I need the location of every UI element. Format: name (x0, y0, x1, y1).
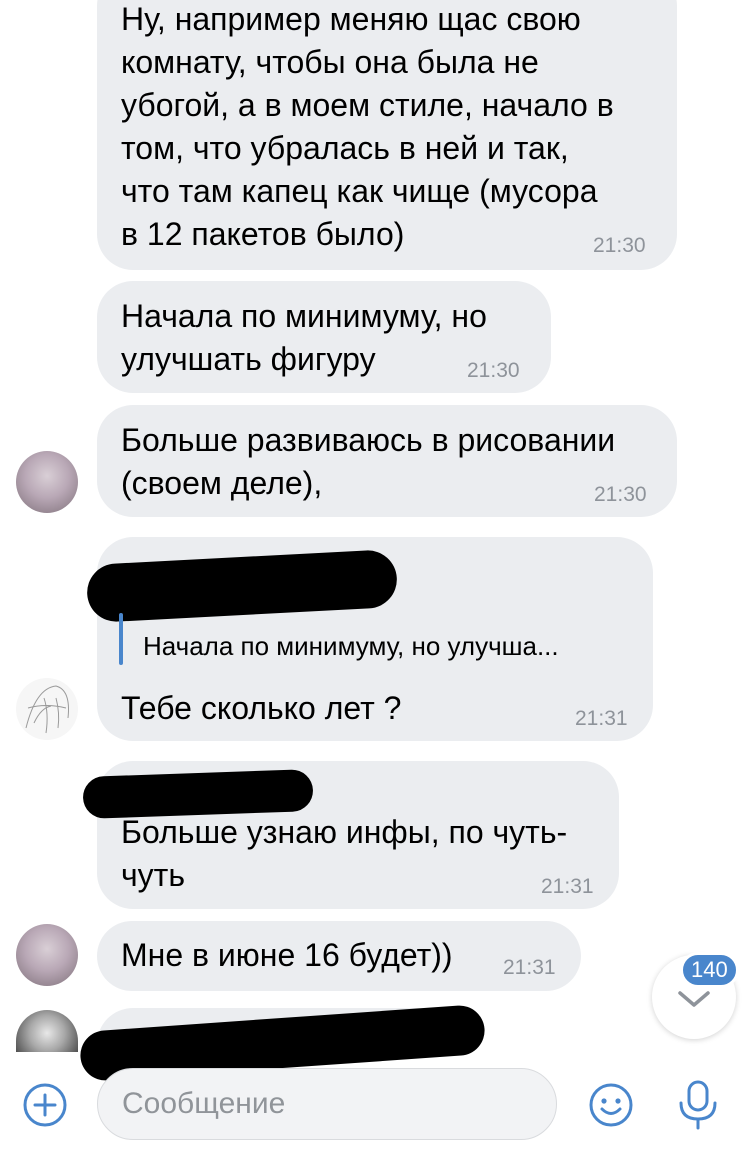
emoji-button[interactable] (588, 1082, 634, 1128)
message-bubble[interactable]: Начала по минимуму, но улучша... Тебе ск… (85, 537, 653, 741)
message-text: Мне в июне 16 будет)) (121, 937, 453, 973)
message-time: 21:30 (593, 234, 646, 257)
redacted-name (85, 548, 399, 624)
message-text: Ну, например меняю щас свою комнату, что… (121, 1, 614, 252)
sender-avatar[interactable] (16, 1010, 78, 1052)
reply-quote[interactable]: Начала по минимуму, но улучша... (143, 631, 559, 662)
message-time: 21:31 (575, 707, 628, 730)
message-bubble[interactable]: Мне в июне 16 будет)) 21:31 (97, 921, 581, 991)
sender-avatar[interactable] (16, 451, 78, 513)
unread-count-badge: 140 (680, 952, 739, 988)
sender-avatar[interactable] (16, 678, 78, 740)
message-bubble[interactable]: Начала по минимуму, но улучшать фигуру 2… (97, 281, 551, 393)
message-time: 21:31 (503, 956, 556, 979)
message-input-placeholder: Сообщение (122, 1087, 286, 1120)
smile-icon (589, 1083, 633, 1127)
add-attachment-button[interactable] (22, 1082, 68, 1128)
sketch-portrait-icon (25, 685, 69, 734)
message-text: Тебе сколько лет ? (121, 690, 402, 726)
sender-avatar[interactable] (16, 924, 78, 986)
voice-message-button[interactable] (676, 1078, 720, 1132)
message-text: Начала по минимуму, но улучшать фигуру (121, 298, 487, 377)
message-time: 21:31 (541, 875, 594, 898)
message-bubble[interactable]: Больше узнаю инфы, по чуть- чуть 21:31 (82, 761, 619, 909)
message-bubble[interactable]: Ну, например меняю щас свою комнату, что… (97, 0, 677, 270)
message-input[interactable]: Сообщение (97, 1068, 557, 1140)
plus-circle-icon (23, 1083, 67, 1127)
message-text: Больше развиваюсь в рисовании (своем дел… (121, 422, 616, 501)
microphone-icon (679, 1080, 717, 1130)
message-time: 21:30 (594, 483, 647, 506)
message-text: Больше узнаю инфы, по чуть- чуть (121, 814, 568, 893)
message-time: 21:30 (467, 359, 520, 382)
message-bubble[interactable]: Больше развиваюсь в рисовании (своем дел… (97, 405, 677, 517)
reply-bar (119, 613, 123, 665)
